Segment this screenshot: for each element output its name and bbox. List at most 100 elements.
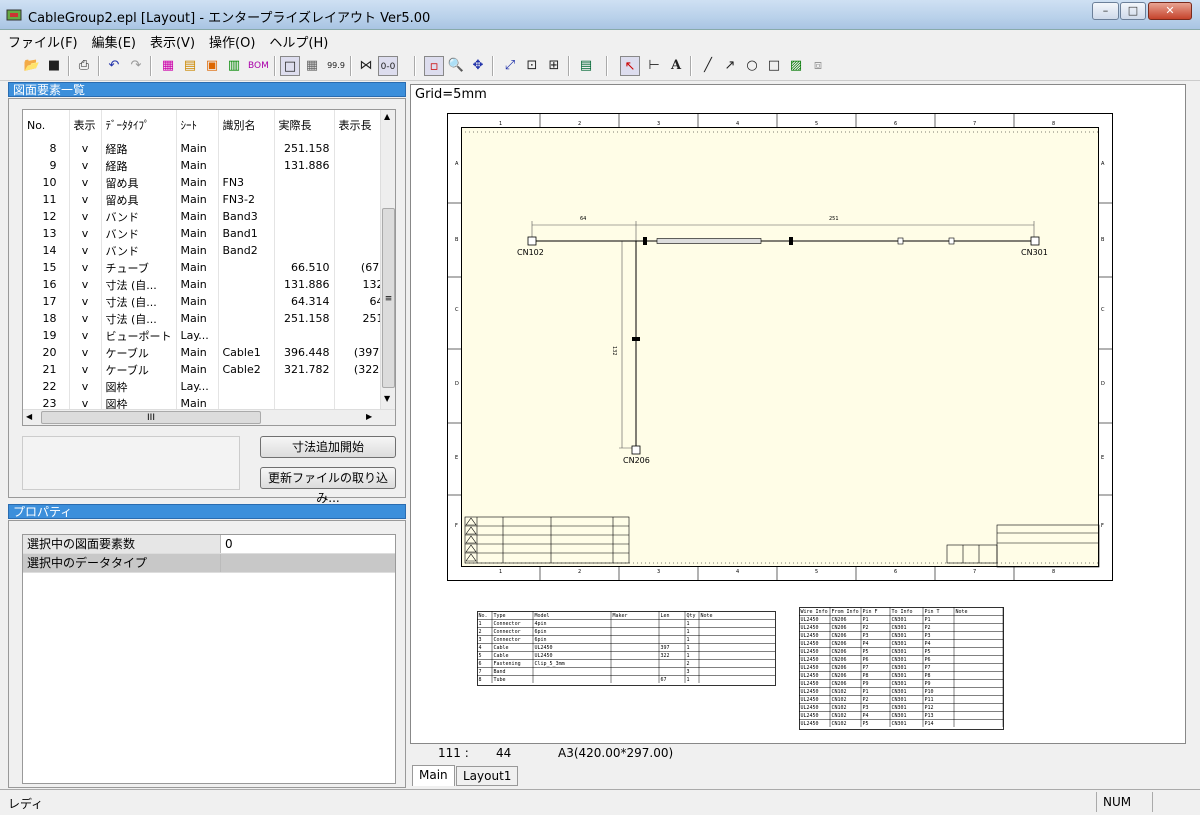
save-icon[interactable]: ■: [44, 56, 64, 76]
zoom-all-icon[interactable]: ⊞: [544, 56, 564, 76]
tab-main[interactable]: Main: [412, 765, 455, 786]
print-icon[interactable]: ⎙: [74, 56, 94, 76]
scroll-right-icon[interactable]: ▶: [366, 412, 372, 421]
tab-layout1[interactable]: Layout1: [456, 766, 519, 786]
col-num: 3: [657, 569, 660, 575]
table-row[interactable]: 20 v ケーブル Main Cable1 396.448 (397): [23, 344, 389, 361]
col-no[interactable]: No.: [23, 110, 70, 140]
scroll-thumb[interactable]: ≡: [382, 208, 395, 388]
table-row[interactable]: 14 v バンド Main Band2: [23, 242, 389, 259]
element-list[interactable]: No. 表示 ﾃﾞｰﾀﾀｲﾌﾟ ｼｰﾄ 識別名 実際長 表示長 8 v 経路 Main…: [22, 109, 396, 426]
layout2-icon[interactable]: ▤: [180, 56, 200, 76]
menu-view[interactable]: 表示(V): [142, 30, 201, 51]
table-cell: UL2450: [801, 665, 819, 671]
table-row[interactable]: 13 v バンド Main Band1: [23, 225, 389, 242]
col-visible[interactable]: 表示: [69, 110, 102, 140]
table-cell: Band3: [218, 208, 275, 225]
scroll-left-icon[interactable]: ◀: [26, 412, 32, 421]
add-dimension-button[interactable]: 寸法追加開始: [260, 436, 396, 458]
minimize-button[interactable]: –: [1092, 2, 1119, 20]
table-cell: 251.158: [274, 310, 335, 327]
circle-icon[interactable]: ○: [742, 56, 762, 76]
connect2-icon[interactable]: 0-0: [378, 56, 398, 76]
zoom-icon[interactable]: 🔍: [446, 56, 466, 76]
rect-icon[interactable]: □: [764, 56, 784, 76]
text-icon[interactable]: A: [666, 56, 686, 76]
scale-icon[interactable]: 99.9: [326, 56, 346, 76]
select-icon[interactable]: ▫: [424, 56, 444, 76]
redo-icon[interactable]: ↷: [126, 56, 146, 76]
band-mark: [632, 337, 640, 341]
sheet-icon[interactable]: ▤: [576, 56, 596, 76]
col-datatype[interactable]: ﾃﾞｰﾀﾀｲﾌﾟ: [101, 110, 177, 140]
prop-label: 選択中の図面要素数: [23, 535, 221, 553]
table-row[interactable]: 19 v ビューポート Lay...: [23, 327, 389, 344]
table-row[interactable]: 15 v チューブ Main 66.510 (67): [23, 259, 389, 276]
table-row[interactable]: 10 v 留め具 Main FN3: [23, 174, 389, 191]
table-cell: Main: [176, 225, 219, 242]
menu-file[interactable]: ファイル(F): [0, 30, 84, 51]
bom-icon[interactable]: BOM: [248, 56, 269, 76]
table-cell: Main: [176, 259, 219, 276]
table-row[interactable]: 21 v ケーブル Main Cable2 321.782 (322): [23, 361, 389, 378]
table-header-cell: Note: [701, 613, 713, 619]
fit-icon[interactable]: ⤢: [500, 56, 520, 76]
prop-value[interactable]: [221, 554, 395, 572]
close-button[interactable]: ✕: [1148, 2, 1192, 20]
zoom-box-icon[interactable]: ⊡: [522, 56, 542, 76]
table-cell: 1: [687, 677, 690, 683]
table-row[interactable]: 11 v 留め具 Main FN3-2: [23, 191, 389, 208]
scroll-down-icon[interactable]: ▼: [384, 394, 390, 403]
dimension-icon[interactable]: ⊢: [644, 56, 664, 76]
hscroll-thumb[interactable]: III: [41, 411, 261, 424]
pointer-icon[interactable]: ↖: [620, 56, 640, 76]
connect-icon[interactable]: ⋈: [356, 56, 376, 76]
row-letter: F: [1101, 523, 1104, 529]
table-row[interactable]: 12 v バンド Main Band3: [23, 208, 389, 225]
col-num: 5: [815, 121, 818, 127]
image-icon[interactable]: ▨: [786, 56, 806, 76]
col-actual-length[interactable]: 実際長: [274, 110, 335, 140]
clip-icon[interactable]: ⧈: [808, 56, 828, 76]
table-cell: P7: [925, 665, 931, 671]
prop-value[interactable]: 0: [221, 535, 233, 553]
table-cell: ケーブル: [101, 344, 177, 361]
table-cell: P3: [925, 633, 931, 639]
pan-icon[interactable]: ✥: [468, 56, 488, 76]
menu-operation[interactable]: 操作(O): [201, 30, 261, 51]
table-row[interactable]: 16 v 寸法 (自... Main 131.886 132: [23, 276, 389, 293]
table-row[interactable]: 17 v 寸法 (自... Main 64.314 64: [23, 293, 389, 310]
maximize-button[interactable]: □: [1120, 2, 1146, 20]
arrow-icon[interactable]: ↗: [720, 56, 740, 76]
menu-edit[interactable]: 編集(E): [84, 30, 142, 51]
frame-icon[interactable]: □: [280, 56, 300, 76]
scroll-up-icon[interactable]: ▲: [384, 112, 390, 121]
import-update-button[interactable]: 更新ファイルの取り込み...: [260, 467, 396, 505]
col-sheet[interactable]: ｼｰﾄ: [176, 110, 219, 140]
table-cell: v: [69, 208, 102, 225]
table-cell: Main: [176, 293, 219, 310]
table-icon[interactable]: ▥: [224, 56, 244, 76]
table-row[interactable]: 8 v 経路 Main 251.158: [23, 140, 389, 157]
layout1-icon[interactable]: ▦: [158, 56, 178, 76]
line-icon[interactable]: ╱: [698, 56, 718, 76]
table-cell: 10: [23, 174, 70, 191]
undo-icon[interactable]: ↶: [104, 56, 124, 76]
drawing-sheet[interactable]: 1 2 3 4 5 6 7 8 1 2 3 4 5 6 7 8 A B C D …: [447, 113, 1113, 581]
dim-label-132: 132: [611, 346, 617, 356]
table-cell: UL2450: [801, 681, 819, 687]
stamp-icon[interactable]: ▣: [202, 56, 222, 76]
menu-help[interactable]: ヘルプ(H): [261, 30, 334, 51]
table-row[interactable]: 22 v 図枠 Lay...: [23, 378, 389, 395]
col-id[interactable]: 識別名: [218, 110, 275, 140]
drawing-canvas[interactable]: Grid=5mm 1 2 3 4 5 6 7 8 1 2 3 4 5 6 7 8…: [410, 84, 1186, 744]
vertical-scrollbar[interactable]: ▲ ≡ ▼: [380, 110, 395, 409]
table-row[interactable]: 18 v 寸法 (自... Main 251.158 251: [23, 310, 389, 327]
table-cell: Lay...: [176, 378, 219, 395]
grid-icon[interactable]: ▦: [302, 56, 322, 76]
paper-size: A3(420.00*297.00): [558, 746, 674, 760]
table-header-cell: Len: [661, 613, 670, 619]
open-icon[interactable]: 📂: [22, 56, 42, 76]
table-row[interactable]: 9 v 経路 Main 131.886: [23, 157, 389, 174]
horizontal-scrollbar[interactable]: ◀ III ▶: [23, 409, 395, 425]
